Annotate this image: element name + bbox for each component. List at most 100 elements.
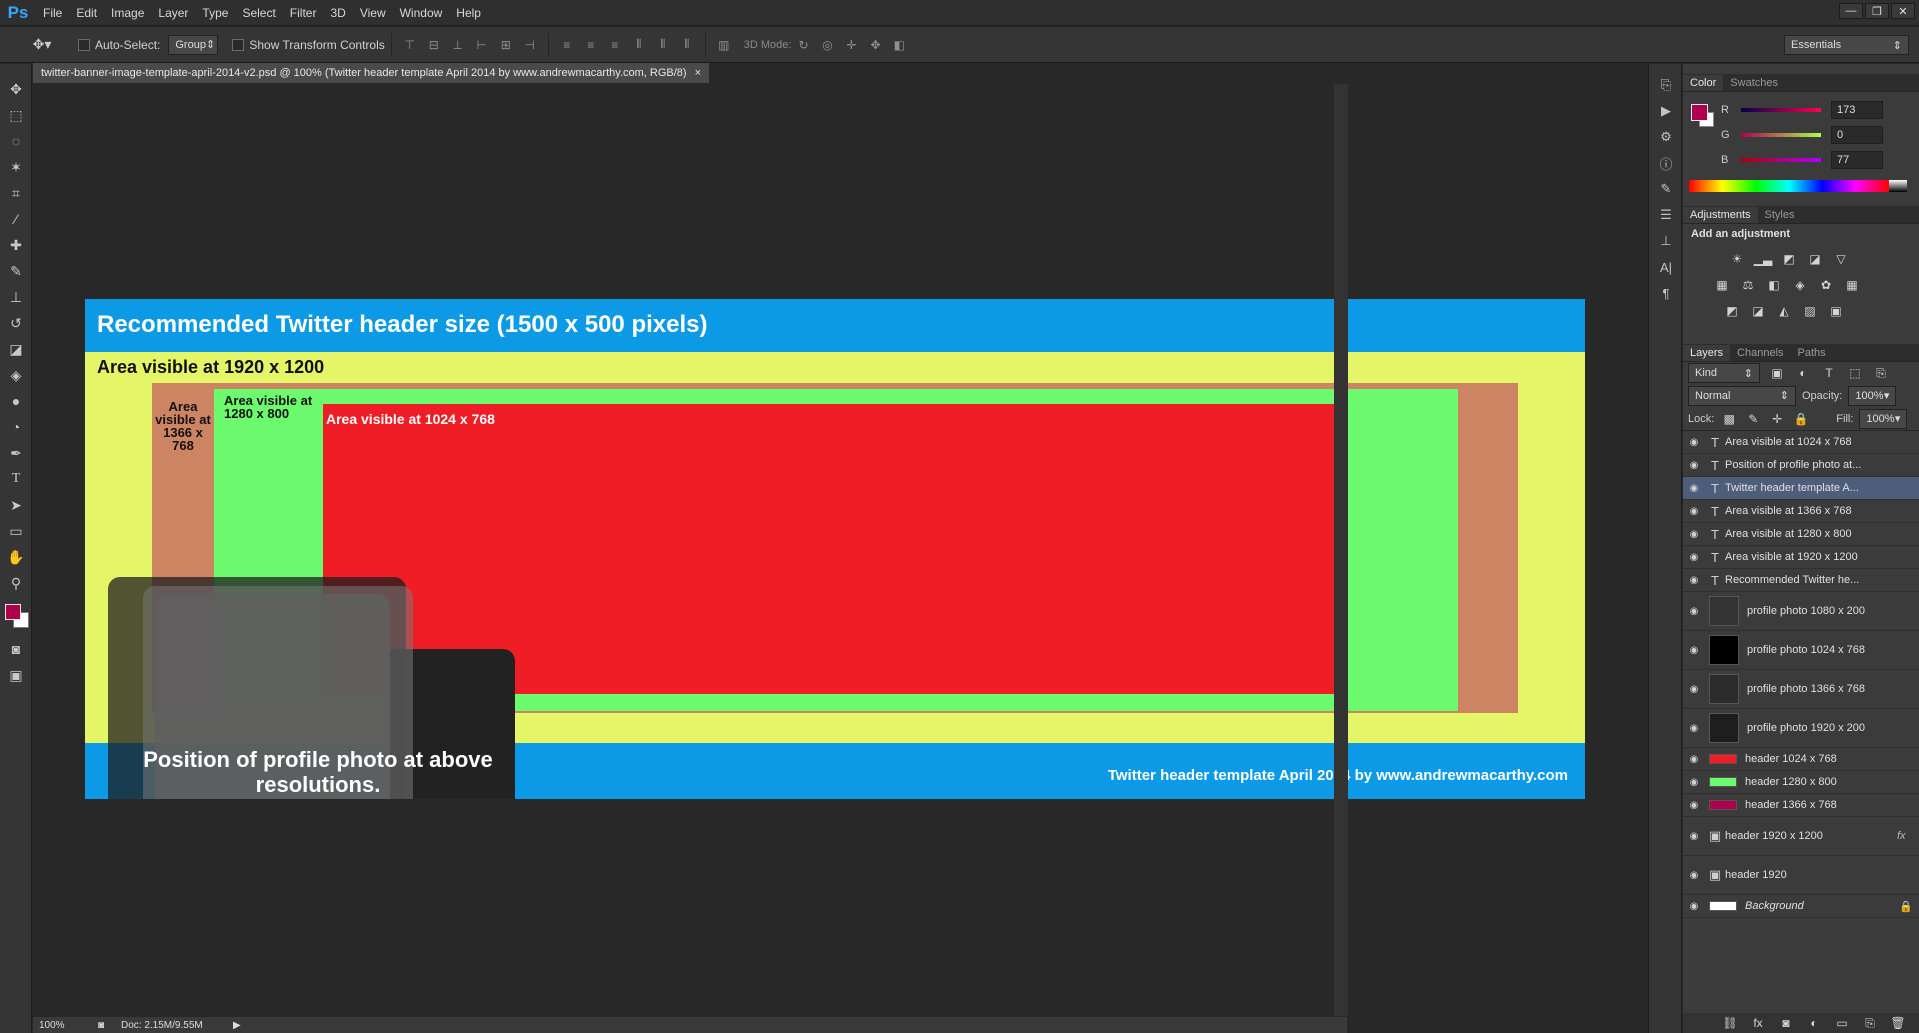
drag-3d-icon[interactable]: ✛ (842, 36, 860, 54)
blur-tool-icon[interactable]: ● (0, 388, 32, 414)
history-brush-tool-icon[interactable]: ↺ (0, 310, 32, 336)
layer-row[interactable]: ◉ T Area visible at 1366 x 768 (1683, 500, 1919, 523)
character-panel-icon[interactable]: A| (1649, 254, 1683, 280)
layer-row[interactable]: ◉ T Area visible at 1280 x 800 (1683, 523, 1919, 546)
visibility-eye-icon[interactable]: ◉ (1683, 800, 1705, 811)
filter-smart-icon[interactable]: ⎘ (1872, 364, 1890, 382)
visibility-eye-icon[interactable]: ◉ (1683, 901, 1705, 912)
lock-image-icon[interactable]: ✎ (1744, 410, 1762, 428)
layer-row[interactable]: ◉ profile photo 1366 x 768 (1683, 670, 1919, 709)
visibility-eye-icon[interactable]: ◉ (1683, 506, 1705, 517)
align-bottom-icon[interactable]: ⊥ (449, 36, 467, 54)
menu-image[interactable]: Image (104, 0, 151, 26)
distribute-right-icon[interactable]: ⦀ (678, 36, 696, 54)
photo-filter-icon[interactable]: ◈ (1791, 276, 1809, 294)
screen-mode-icon[interactable]: ▣ (0, 662, 32, 688)
menu-layer[interactable]: Layer (151, 0, 195, 26)
visibility-eye-icon[interactable]: ◉ (1683, 831, 1705, 842)
hand-tool-icon[interactable]: ✋ (0, 544, 32, 570)
minimize-button[interactable]: — (1839, 3, 1863, 19)
menu-type[interactable]: Type (195, 0, 235, 26)
properties-panel-icon[interactable]: ⚙ (1649, 124, 1683, 150)
tab-color[interactable]: Color (1683, 75, 1724, 91)
layer-row[interactable]: ◉ header 1366 x 768 (1683, 794, 1919, 817)
lasso-tool-icon[interactable]: ◌ (0, 128, 32, 154)
channel-mixer-icon[interactable]: ✿ (1817, 276, 1835, 294)
close-tab-icon[interactable]: × (695, 67, 701, 79)
status-menu-arrow-icon[interactable]: ▶ (233, 1020, 241, 1031)
menu-file[interactable]: File (36, 0, 69, 26)
layer-row[interactable]: ◉ header 1280 x 800 (1683, 771, 1919, 794)
threshold-icon[interactable]: ◭ (1775, 302, 1793, 320)
black-white-icon[interactable]: ◧ (1765, 276, 1783, 294)
menu-help[interactable]: Help (449, 0, 488, 26)
roll-3d-icon[interactable]: ◎ (818, 36, 836, 54)
gradient-map-icon[interactable]: ▨ (1801, 302, 1819, 320)
layer-row[interactable]: ◉ profile photo 1920 x 200 (1683, 709, 1919, 748)
selective-color-icon[interactable]: ▣ (1827, 302, 1845, 320)
vibrance-icon[interactable]: ▽ (1832, 250, 1850, 268)
color-balance-icon[interactable]: ⚖ (1739, 276, 1757, 294)
workspace-dropdown[interactable]: Essentials ⇕ (1784, 35, 1909, 55)
red-slider[interactable] (1741, 108, 1821, 112)
rotate-3d-icon[interactable]: ↻ (794, 36, 812, 54)
invert-icon[interactable]: ◩ (1723, 302, 1741, 320)
opacity-input[interactable]: 100% ▾ (1848, 385, 1897, 406)
layer-style-icon[interactable]: fx (1749, 1014, 1767, 1032)
blue-value[interactable]: 77 (1831, 151, 1883, 169)
menu-filter[interactable]: Filter (283, 0, 324, 26)
new-adjustment-icon[interactable]: ◐ (1805, 1014, 1823, 1032)
rectangle-tool-icon[interactable]: ▭ (0, 518, 32, 544)
brush-presets-icon[interactable]: ☰ (1649, 202, 1683, 228)
paragraph-panel-icon[interactable]: ¶ (1649, 280, 1683, 306)
lock-transparent-icon[interactable]: ▩ (1720, 410, 1738, 428)
visibility-eye-icon[interactable]: ◉ (1683, 754, 1705, 765)
visibility-eye-icon[interactable]: ◉ (1683, 723, 1705, 734)
crop-tool-icon[interactable]: ⌗ (0, 180, 32, 206)
layer-row[interactable]: ◉ profile photo 1080 x 200 (1683, 592, 1919, 631)
visibility-eye-icon[interactable]: ◉ (1683, 437, 1705, 448)
distribute-top-icon[interactable]: ≡ (558, 36, 576, 54)
align-vcenter-icon[interactable]: ⊟ (425, 36, 443, 54)
distribute-hcenter-icon[interactable]: ⦀ (654, 36, 672, 54)
filter-adjustment-icon[interactable]: ◐ (1794, 364, 1812, 382)
zoom-tool-icon[interactable]: ⚲ (0, 570, 32, 596)
layer-row[interactable]: ◉ header 1024 x 768 (1683, 748, 1919, 771)
color-panel-fg-swatch[interactable] (1691, 104, 1708, 121)
zoom-level[interactable]: 100% (33, 1020, 81, 1031)
color-lookup-icon[interactable]: ▦ (1843, 276, 1861, 294)
layer-filter-dropdown[interactable]: Kind ⇕ (1688, 363, 1760, 383)
distribute-bottom-icon[interactable]: ≡ (606, 36, 624, 54)
quick-mask-icon[interactable]: ◙ (0, 636, 32, 662)
align-top-icon[interactable]: ⊤ (401, 36, 419, 54)
path-selection-tool-icon[interactable]: ➤ (0, 492, 32, 518)
filter-shape-icon[interactable]: ⬚ (1846, 364, 1864, 382)
brush-panel-icon[interactable]: ✎ (1649, 176, 1683, 202)
move-tool-preset-icon[interactable]: ✥▾ (20, 34, 64, 56)
magic-wand-tool-icon[interactable]: ✶ (0, 154, 32, 180)
filter-type-icon[interactable]: T (1820, 364, 1838, 382)
banner-artwork[interactable]: Recommended Twitter header size (1500 x … (85, 299, 1585, 799)
close-button[interactable]: ✕ (1891, 3, 1915, 19)
layer-row[interactable]: ◉ Background 🔒 (1683, 895, 1919, 918)
document-tab[interactable]: twitter-banner-image-template-april-2014… (33, 63, 710, 83)
auto-align-icon[interactable]: ▥ (715, 36, 733, 54)
red-value[interactable]: 173 (1831, 101, 1883, 119)
visibility-eye-icon[interactable]: ◉ (1683, 460, 1705, 471)
add-mask-icon[interactable]: ◙ (1777, 1014, 1795, 1032)
restore-button[interactable]: ❐ (1865, 3, 1889, 19)
auto-select-dropdown[interactable]: Group ⇕ (168, 34, 219, 55)
tab-paths[interactable]: Paths (1791, 345, 1833, 361)
slide-3d-icon[interactable]: ✥ (866, 36, 884, 54)
visibility-eye-icon[interactable]: ◉ (1683, 483, 1705, 494)
visibility-eye-icon[interactable]: ◉ (1683, 645, 1705, 656)
menu-select[interactable]: Select (235, 0, 282, 26)
layer-row[interactable]: ◉ ▣ header 1920 x 1200 fx (1683, 817, 1919, 856)
clone-stamp-tool-icon[interactable]: ⊥ (0, 284, 32, 310)
layer-row[interactable]: ◉ T Recommended Twitter he... (1683, 569, 1919, 592)
tab-swatches[interactable]: Swatches (1723, 75, 1785, 91)
info-panel-icon[interactable]: ⓘ (1649, 150, 1683, 176)
tab-styles[interactable]: Styles (1758, 207, 1802, 223)
menu-edit[interactable]: Edit (69, 0, 104, 26)
visibility-eye-icon[interactable]: ◉ (1683, 684, 1705, 695)
